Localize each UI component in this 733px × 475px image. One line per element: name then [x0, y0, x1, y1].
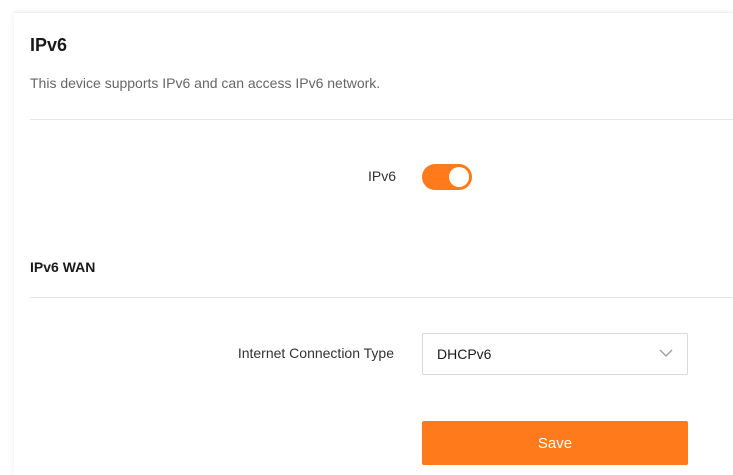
ipv6-settings-panel: IPv6 This device supports IPv6 and can a… [14, 12, 733, 475]
save-button[interactable]: Save [422, 421, 688, 465]
divider [30, 297, 733, 298]
ipv6-toggle[interactable] [422, 164, 472, 190]
connection-type-value: DHCPv6 [437, 346, 492, 362]
divider [30, 119, 733, 120]
page-description: This device supports IPv6 and can access… [30, 75, 381, 91]
connection-type-select[interactable]: DHCPv6 [422, 333, 688, 375]
connection-type-label: Internet Connection Type [237, 345, 394, 361]
toggle-knob [449, 167, 469, 187]
section-title-ipv6-wan: IPv6 WAN [30, 259, 96, 275]
chevron-down-icon [659, 349, 673, 357]
ipv6-toggle-label: IPv6 [367, 168, 396, 184]
page-title: IPv6 [30, 35, 68, 55]
